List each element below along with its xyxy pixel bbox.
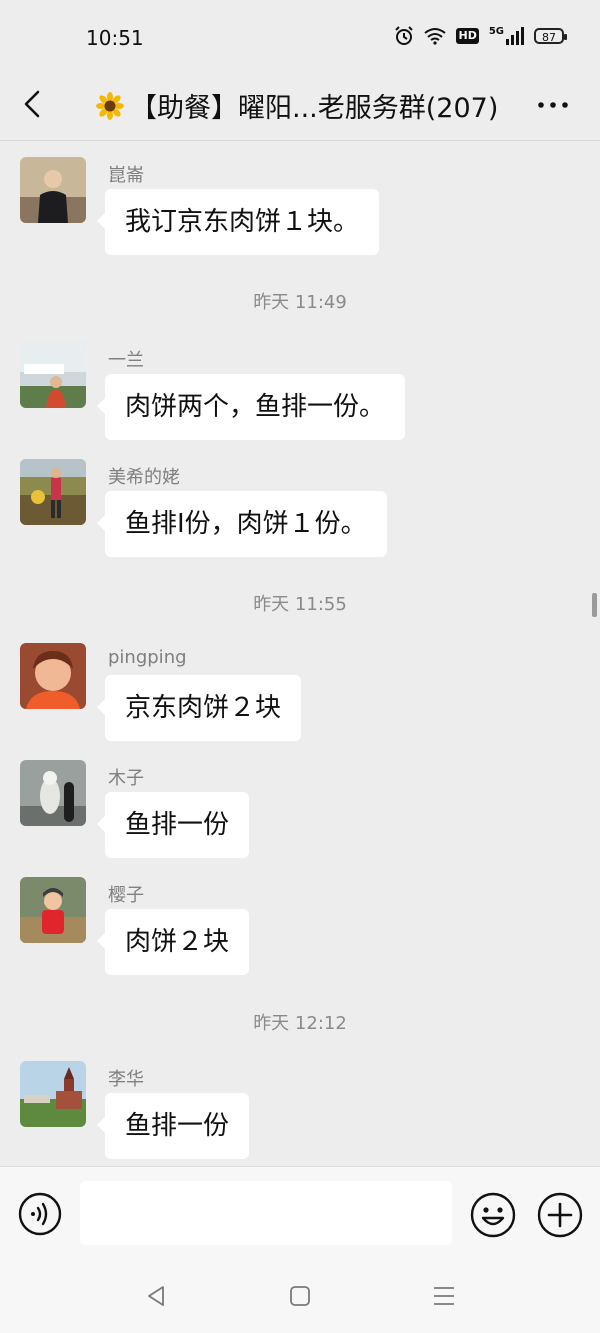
avatar[interactable] <box>20 459 86 525</box>
status-bar: 10:51 HD 5G 87 <box>0 0 600 72</box>
sender-name: 美希的姥 <box>108 467 180 488</box>
sender-name: 一兰 <box>108 350 144 371</box>
sunflower-icon <box>96 91 124 120</box>
message-input-bar <box>0 1166 600 1261</box>
plus-button[interactable] <box>537 1192 583 1238</box>
emoji-icon <box>470 1192 516 1238</box>
signal-icon: 5G <box>489 27 524 45</box>
system-back-button[interactable] <box>144 1284 168 1308</box>
avatar-image <box>20 877 86 943</box>
system-home-button[interactable] <box>289 1285 311 1307</box>
hd-badge: HD <box>456 28 479 44</box>
message-bubble[interactable]: 肉饼两个，鱼排一份。 <box>96 374 406 440</box>
time-separator: 昨天 12:12 <box>253 1013 347 1034</box>
time-separator: 昨天 11:55 <box>253 594 347 615</box>
scroll-indicator[interactable] <box>592 593 597 617</box>
status-icons: HD 5G 87 <box>394 26 567 46</box>
avatar-image <box>20 342 86 408</box>
avatar-image <box>20 157 86 223</box>
chat-message-list[interactable]: 崑崙 我订京东肉饼１块。 昨天 11:49 一兰 肉饼两个，鱼排一份。 美希的姥… <box>0 141 600 1166</box>
chat-title-text: 【助餐】曜阳...老服务群(207) <box>130 93 499 124</box>
square-home-icon <box>290 1286 310 1306</box>
plus-icon <box>537 1192 583 1238</box>
avatar-image <box>20 643 86 709</box>
avatar-image <box>20 760 86 826</box>
alarm-icon <box>395 26 414 45</box>
message-bubble[interactable]: 鱼排一份 <box>96 1093 250 1159</box>
menu-lines-icon <box>434 1287 454 1305</box>
chat-header: 【助餐】曜阳...老服务群(207) <box>0 72 600 141</box>
avatar-image <box>20 459 86 525</box>
status-time: 10:51 <box>86 26 144 50</box>
message-bubble[interactable]: 肉饼２块 <box>96 909 250 975</box>
back-button[interactable] <box>18 84 50 124</box>
avatar[interactable] <box>20 760 86 826</box>
message-input[interactable] <box>80 1181 452 1245</box>
avatar[interactable] <box>20 643 86 709</box>
emoji-button[interactable] <box>470 1192 516 1238</box>
message-bubble[interactable]: 京东肉饼２块 <box>96 675 302 741</box>
system-navigation-bar <box>0 1260 600 1333</box>
message-bubble[interactable]: 我订京东肉饼１块。 <box>96 189 380 255</box>
more-button[interactable] <box>536 90 570 120</box>
message-bubble[interactable]: 鱼排Ⅰ份，肉饼１份。 <box>97 491 387 557</box>
time-separator: 昨天 11:49 <box>253 292 347 313</box>
voice-button[interactable] <box>18 1192 62 1236</box>
avatar[interactable] <box>20 157 86 223</box>
system-menu-button[interactable] <box>432 1285 456 1307</box>
avatar[interactable] <box>20 1061 86 1127</box>
chat-title: 【助餐】曜阳...老服务群(207) <box>96 86 498 125</box>
battery-indicator: 87 <box>534 28 567 44</box>
chevron-left-icon <box>24 90 40 118</box>
sender-name: pingping <box>108 647 187 668</box>
sender-name: 李华 <box>108 1069 144 1090</box>
avatar[interactable] <box>20 877 86 943</box>
avatar-image <box>20 1061 86 1127</box>
message-bubble[interactable]: 鱼排一份 <box>96 792 250 858</box>
sender-name: 木子 <box>108 768 144 789</box>
network-label: 5G <box>488 26 504 37</box>
more-dots-icon <box>538 102 568 108</box>
sender-name: 樱子 <box>108 885 144 906</box>
voice-icon <box>18 1192 62 1236</box>
triangle-back-icon <box>148 1286 164 1306</box>
sender-name: 崑崙 <box>108 165 144 186</box>
wifi-icon <box>424 28 447 45</box>
avatar[interactable] <box>20 342 86 408</box>
